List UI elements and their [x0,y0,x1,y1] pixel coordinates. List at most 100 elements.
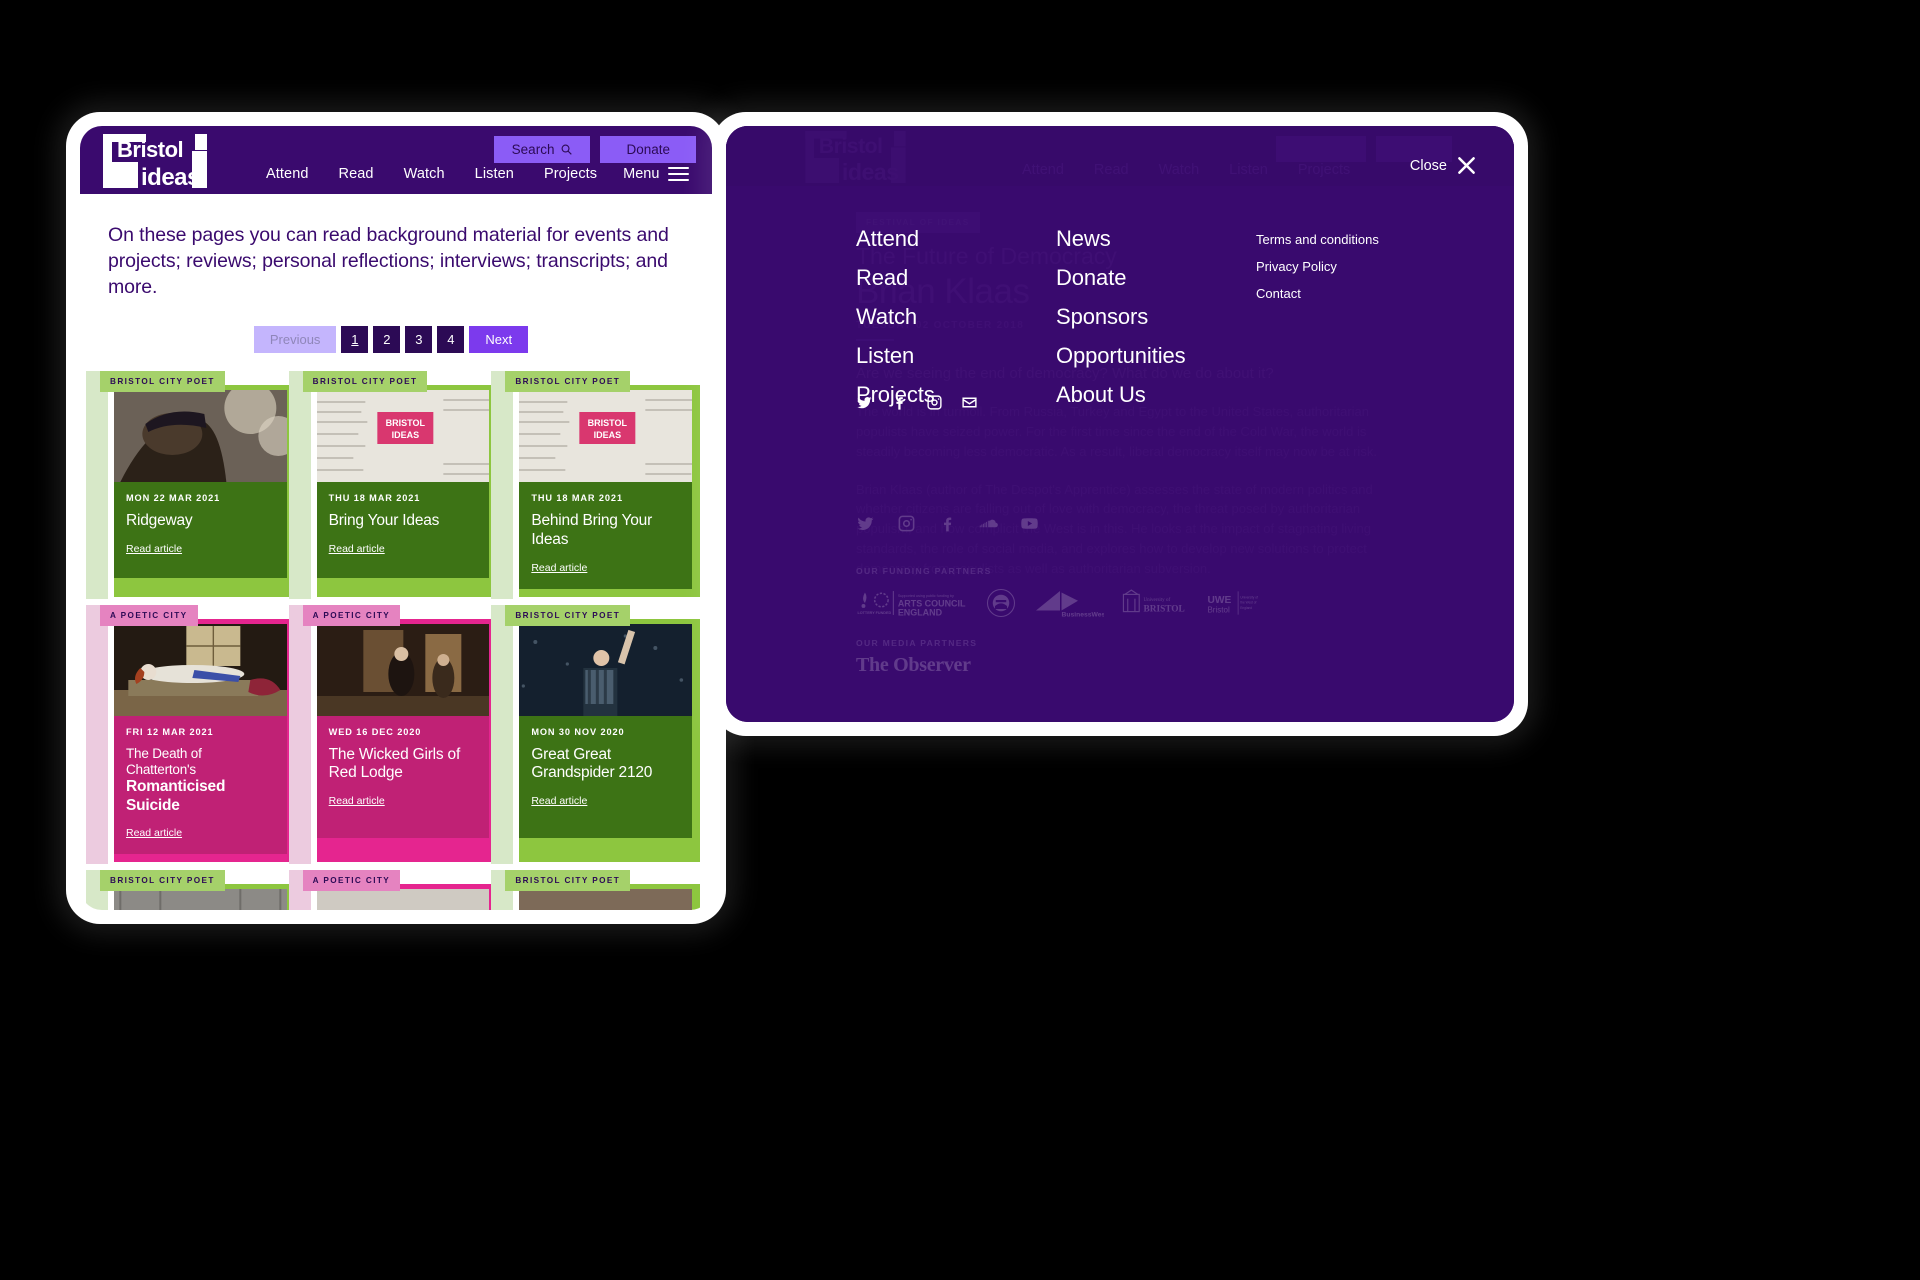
svg-text:IDEAS: IDEAS [391,430,419,440]
card-thumbnail [316,889,490,910]
pagination-previous[interactable]: Previous [253,326,337,354]
search-label: Search [511,142,555,157]
menu-overlay: Close Attend Read Watch Listen Projects … [726,126,1514,722]
read-article-link[interactable]: Read article [531,795,587,807]
pagination-page-1[interactable]: 1 [341,326,369,354]
menu-button[interactable]: Menu [623,166,690,188]
card-tag: A POETIC CITY [302,604,401,626]
card-title: Behind Bring Your Ideas [531,512,653,548]
pagination-page-3[interactable]: 3 [405,326,433,354]
card-pale-edge [86,371,108,599]
menu-item-watch[interactable]: Watch [856,304,1056,330]
menu-item-news[interactable]: News [1056,226,1256,252]
card-pale-edge [288,604,311,865]
card-thumbnail [316,623,490,716]
card-tag: A POETIC CITY [100,604,198,626]
card-date: WED 16 DEC 2020 [328,726,422,737]
card-tag: BRISTOL CITY POET [505,604,631,626]
read-article-link[interactable]: Read article [531,562,587,574]
card-pale-edge [86,604,108,865]
bristol-ideas-logo[interactable]: Bristol ideas [102,132,232,190]
card-body: MON 30 NOV 2020 Great Great Grandspider … [519,715,692,838]
menu-item-listen[interactable]: Listen [856,343,1056,369]
right-screen: Bristol ideas Attend Read Watch Listen P… [726,126,1514,722]
svg-text:BRISTOL: BRISTOL [385,418,425,428]
menu-item-opportunities[interactable]: Opportunities [1056,343,1256,369]
nav-item-projects[interactable]: Projects [544,166,597,182]
magnifier-icon [562,144,573,155]
svg-text:ideas: ideas [141,164,200,190]
card-body: MON 22 MAR 2021 Ridgeway Read article [114,482,287,579]
close-x-icon [1458,157,1475,174]
twitter-icon[interactable] [856,394,873,411]
card-thumbnail [519,889,692,910]
article-card-grid: BRISTOL CITY POET MON 22 MAR 2021 Ridgew… [80,353,712,910]
card-thumbnail [114,390,287,483]
read-article-link[interactable]: Read article [329,795,385,807]
page-intro: On these pages you can read background m… [108,224,669,299]
card-title-main: Romanticised Suicide [126,777,226,814]
hamburger-icon [668,166,690,182]
svg-text:BRISTOL: BRISTOL [588,418,628,428]
primary-nav: Attend Read Watch Listen Projects [266,166,597,188]
menu-item-read[interactable]: Read [856,265,1056,291]
pagination-page-4[interactable]: 4 [437,326,465,354]
read-article-link[interactable]: Read article [126,543,182,555]
nav-item-listen[interactable]: Listen [475,166,514,182]
menu-item-privacy-policy[interactable]: Privacy Policy [1256,259,1476,274]
donate-button[interactable]: Donate [600,136,696,163]
right-device-frame: Bristol ideas Attend Read Watch Listen P… [712,112,1528,736]
header-actions: Search Donate [493,136,696,163]
pagination-next[interactable]: Next [469,326,529,354]
article-card[interactable]: A POETIC CITY [86,604,295,865]
article-card[interactable]: A POETIC CITY [288,604,498,865]
search-button[interactable]: Search [493,136,591,163]
read-article-link[interactable]: Read article [329,543,385,555]
menu-item-attend[interactable]: Attend [856,226,1056,252]
article-card[interactable]: BRISTOL CITY POET [288,371,498,599]
card-tag: BRISTOL CITY POET [100,870,225,892]
email-icon[interactable] [961,394,978,411]
article-card[interactable]: A POETIC CITY [288,870,498,910]
card-title: The Wicked Girls of Red Lodge [328,745,461,782]
card-title: Ridgeway [126,512,193,530]
card-thumbnail [519,623,692,716]
card-thumbnail: BRISTOL IDEAS [316,390,490,483]
article-card[interactable]: BRISTOL CITY POET [491,371,700,599]
menu-social-links [856,394,978,411]
left-screen: Bristol ideas Attend Read Watch Listen P… [80,126,712,910]
facebook-icon[interactable] [891,394,908,411]
menu-item-contact[interactable]: Contact [1256,286,1476,301]
article-card[interactable]: BRISTOL CITY POET [491,870,700,910]
card-tag: BRISTOL CITY POET [100,371,225,393]
menu-item-about-us[interactable]: About Us [1056,382,1256,408]
nav-item-read[interactable]: Read [339,166,374,182]
card-body: WED 16 DEC 2020 The Wicked Girls of Red … [316,715,490,838]
nav-item-watch[interactable]: Watch [404,166,445,182]
read-article-link[interactable]: Read article [126,827,182,839]
menu-columns: Attend Read Watch Listen Projects News D… [856,226,1476,421]
card-body: THU 18 MAR 2021 Bring Your Ideas Read ar… [316,482,490,579]
menu-label: Menu [623,166,660,182]
article-card[interactable]: BRISTOL CITY POET [86,870,295,910]
card-tag: BRISTOL CITY POET [505,371,631,393]
card-date: MON 30 NOV 2020 [531,726,625,737]
card-subtitle: The Death of Chatterton's [126,745,202,777]
pagination-page-2[interactable]: 2 [373,326,401,354]
donate-label: Donate [626,142,670,157]
article-card[interactable]: BRISTOL CITY POET MON 22 MAR 2021 Ridgew… [86,371,295,599]
card-title: Great Great Grandspider 2120 [531,745,653,782]
close-menu-button[interactable]: Close [1410,156,1476,175]
card-pale-edge [288,371,311,599]
card-tag: BRISTOL CITY POET [302,371,428,393]
card-thumbnail: BRISTOL IDEAS [519,390,692,483]
menu-item-terms-and-conditions[interactable]: Terms and conditions [1256,232,1476,247]
card-body: THU 18 MAR 2021 Behind Bring Your Ideas … [519,482,692,589]
nav-item-attend[interactable]: Attend [266,166,309,182]
instagram-icon[interactable] [926,394,943,411]
menu-item-donate[interactable]: Donate [1056,265,1256,291]
card-tag: A POETIC CITY [302,870,401,892]
menu-column-tertiary: Terms and conditions Privacy Policy Cont… [1256,226,1476,421]
article-card[interactable]: BRISTOL CITY POET [491,604,700,865]
menu-item-sponsors[interactable]: Sponsors [1056,304,1256,330]
